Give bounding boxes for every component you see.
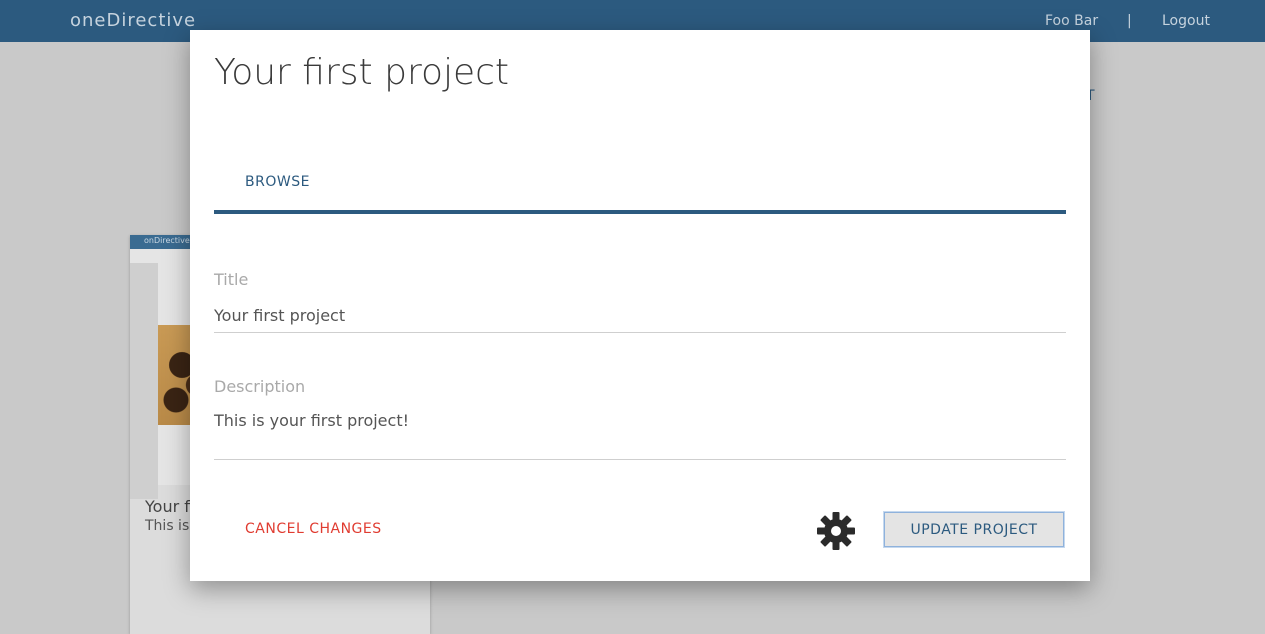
cancel-changes-button[interactable]: CANCEL CHANGES: [245, 521, 382, 537]
app-brand[interactable]: oneDirective: [70, 10, 196, 31]
tab-indicator: [214, 210, 1066, 214]
description-input-underline: [214, 459, 1066, 460]
modal-title: Your first project: [214, 52, 510, 93]
title-input[interactable]: Your first project: [214, 306, 345, 325]
edit-project-modal: Your first project BROWSE Title Your fir…: [190, 30, 1090, 581]
logout-link[interactable]: Logout: [1162, 13, 1210, 29]
gear-icon[interactable]: [816, 511, 856, 551]
thumbnail-header-text: onDirective: [144, 236, 190, 245]
description-input[interactable]: This is your first project!: [214, 411, 409, 430]
thumbnail-gutter: [130, 263, 158, 499]
title-input-underline: [214, 332, 1066, 333]
topbar-separator: |: [1127, 13, 1132, 29]
user-name[interactable]: Foo Bar: [1045, 13, 1098, 29]
update-project-button[interactable]: UPDATE PROJECT: [884, 512, 1064, 547]
tab-browse[interactable]: BROWSE: [245, 174, 310, 190]
title-field-label: Title: [214, 270, 249, 289]
description-field-label: Description: [214, 377, 306, 396]
